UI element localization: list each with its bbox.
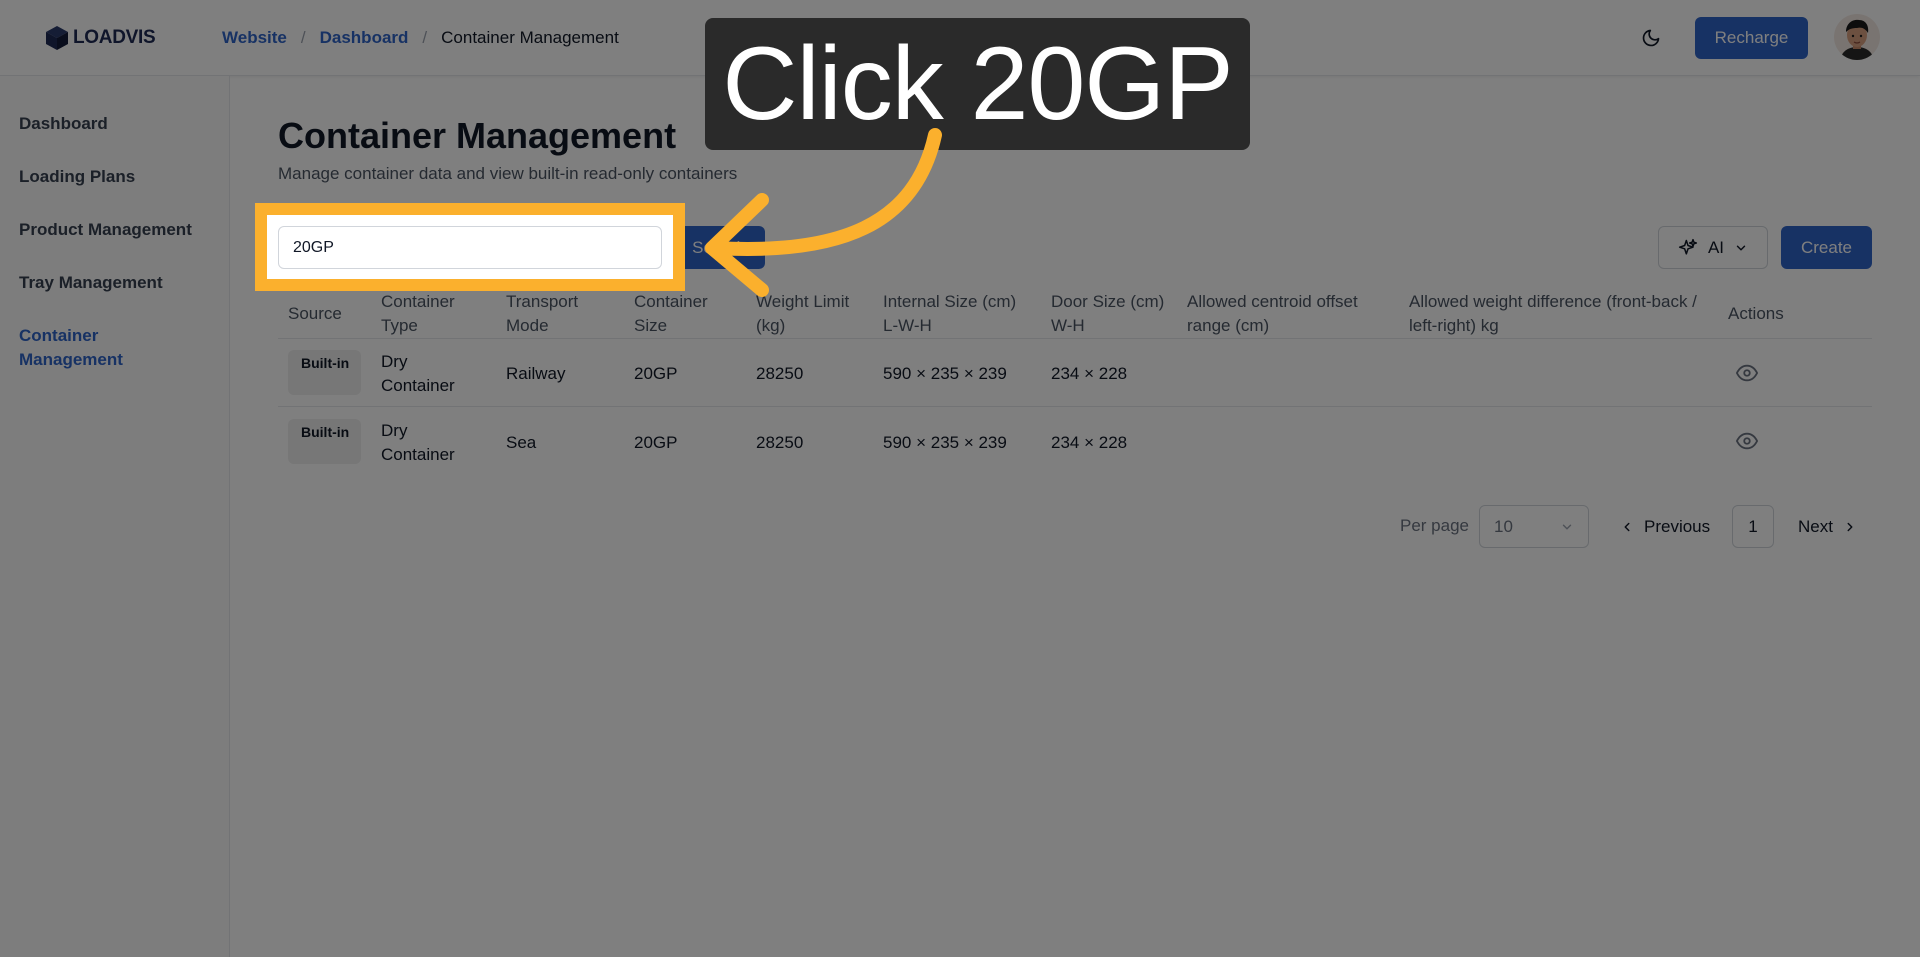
cell-container-type: Dry Container <box>381 421 455 464</box>
sidebar: Dashboard Loading Plans Product Manageme… <box>0 76 230 957</box>
logo[interactable]: LOADVIS <box>45 25 156 51</box>
chevron-down-icon <box>1562 524 1572 529</box>
cube-logo-icon <box>46 26 68 50</box>
sidebar-item-container-management[interactable]: Container Management <box>19 324 149 372</box>
previous-label: Previous <box>1644 516 1711 536</box>
view-eye-icon[interactable] <box>1736 362 1758 384</box>
breadcrumb-current: Container Management <box>441 28 619 47</box>
cell-weight-limit: 28250 <box>756 364 804 383</box>
column-header-transport-mode: Transport Mode <box>506 292 579 335</box>
view-eye-icon[interactable] <box>1736 430 1758 452</box>
ai-label: AI <box>1707 237 1725 257</box>
breadcrumb-separator: / <box>300 28 306 47</box>
cell-container-size[interactable]: 20GP <box>634 362 677 386</box>
sidebar-item-loading-plans[interactable]: Loading Plans <box>19 165 219 189</box>
column-header-actions: Actions <box>1728 304 1784 323</box>
column-header-door-size: Door Size (cm) W-H <box>1051 292 1165 335</box>
cell-weight-limit: 28250 <box>756 433 804 452</box>
highlighted-search-input[interactable]: 20GP <box>278 226 662 269</box>
breadcrumb: Website / Dashboard / Container Manageme… <box>222 28 619 48</box>
column-header-source: Source <box>288 304 342 323</box>
search-button[interactable]: Search <box>673 226 765 269</box>
avatar[interactable] <box>1834 14 1880 60</box>
next-label: Next <box>1798 516 1833 536</box>
cell-internal-size: 590 × 235 × 239 <box>883 433 1007 452</box>
sparkle-icon <box>1678 238 1698 255</box>
cell-internal-size: 590 × 235 × 239 <box>883 364 1007 383</box>
page-title: Container Management <box>278 115 677 156</box>
column-header-centroid-offset: Allowed centroid offset range (cm) <box>1187 292 1358 335</box>
column-header-weight-limit: Weight Limit (kg) <box>756 292 850 335</box>
breadcrumb-separator: / <box>422 28 428 47</box>
page-subtitle: Manage container data and view built-in … <box>278 164 738 183</box>
sidebar-item-dashboard[interactable]: Dashboard <box>19 112 219 136</box>
cell-door-size: 234 × 228 <box>1051 433 1128 452</box>
sidebar-item-tray-management[interactable]: Tray Management <box>19 271 219 295</box>
theme-toggle-button[interactable] <box>1638 25 1664 51</box>
cell-container-size[interactable]: 20GP <box>634 431 677 455</box>
ai-dropdown-button[interactable]: AI <box>1658 226 1768 269</box>
page-number-button[interactable]: 1 <box>1732 505 1774 548</box>
table-divider <box>278 338 1872 339</box>
breadcrumb-website-link[interactable]: Website <box>222 28 287 48</box>
table-divider <box>278 406 1872 407</box>
cell-container-type: Dry Container <box>381 352 455 395</box>
chevron-right-icon <box>1847 522 1853 531</box>
per-page-select[interactable]: 10 <box>1479 505 1589 548</box>
create-button[interactable]: Create <box>1781 226 1872 269</box>
source-badge: Built-in <box>288 350 361 395</box>
column-header-weight-difference: Allowed weight difference (front-back / … <box>1409 292 1697 335</box>
moon-icon <box>1642 29 1660 47</box>
cell-transport-mode: Sea <box>506 433 537 452</box>
cell-door-size: 234 × 228 <box>1051 364 1128 383</box>
breadcrumb-dashboard-link[interactable]: Dashboard <box>320 28 409 48</box>
previous-page-button[interactable]: Previous <box>1612 505 1718 548</box>
column-header-container-size: Container Size <box>634 292 708 335</box>
per-page-label: Per page <box>1400 516 1469 535</box>
chevron-left-icon <box>1624 522 1630 531</box>
user-avatar-icon <box>1834 14 1880 60</box>
instruction-callout: Click 20GP <box>705 18 1250 150</box>
per-page-value: 10 <box>1494 516 1513 536</box>
source-badge: Built-in <box>288 419 361 464</box>
column-header-container-type: Container Type <box>381 292 455 335</box>
logo-text: LOADVIS <box>73 27 156 48</box>
chevron-down-icon <box>1736 245 1746 250</box>
column-header-internal-size: Internal Size (cm) L-W-H <box>883 292 1017 335</box>
sidebar-item-product-management[interactable]: Product Management <box>19 218 219 242</box>
cell-transport-mode: Railway <box>506 364 566 383</box>
next-page-button[interactable]: Next <box>1790 505 1865 548</box>
recharge-button[interactable]: Recharge <box>1695 17 1808 59</box>
